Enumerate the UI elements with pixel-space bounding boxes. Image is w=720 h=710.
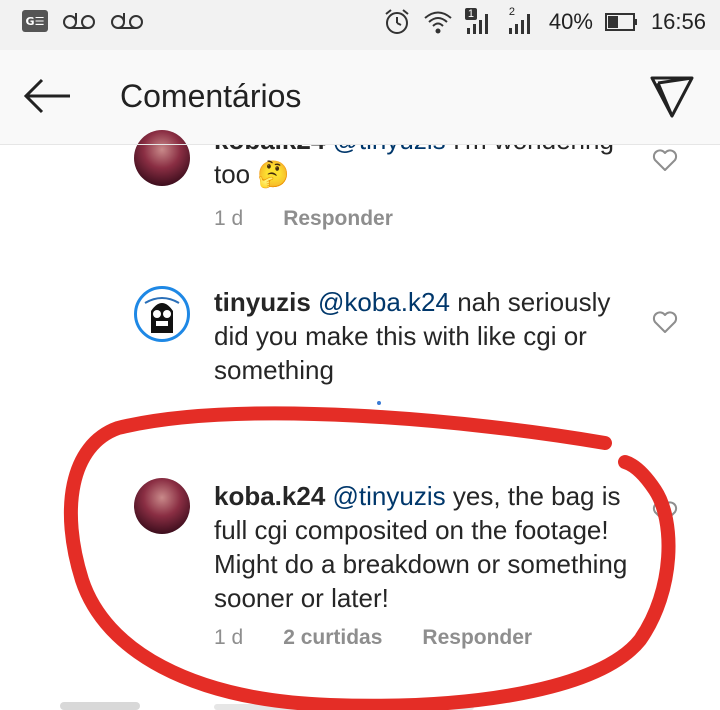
comment-mention[interactable]: @tinyuzis: [333, 481, 446, 511]
voicemail-icon: [63, 13, 95, 29]
comment-time: 1 d: [214, 626, 244, 649]
comment-mention[interactable]: @koba.k24: [318, 287, 450, 317]
like-heart-icon[interactable]: [652, 148, 678, 172]
comment-mention[interactable]: @tinyuzis: [333, 145, 446, 155]
comment-text: koba.k24 @tinyuzis yes, the bag is full …: [214, 479, 634, 615]
comment-meta: 1 d Responder: [214, 207, 393, 231]
send-icon[interactable]: [648, 72, 696, 120]
loading-dot: [377, 401, 381, 405]
battery-icon: [604, 13, 637, 31]
page-title: Comentários: [120, 78, 302, 114]
thinking-emoji: 🤔: [257, 159, 290, 189]
avatar[interactable]: [134, 286, 190, 342]
status-bar: G☰ 1 2 40% 16:56: [0, 0, 720, 50]
avatar[interactable]: [134, 478, 190, 534]
next-comment-peek: [214, 704, 474, 710]
reply-button[interactable]: Responder: [422, 626, 532, 650]
app-notification-icon: G☰: [22, 10, 48, 32]
alarm-icon: [385, 9, 409, 34]
comment-meta: 1 d 2 curtidas Responder: [214, 626, 532, 650]
avatar-drawing: [144, 297, 180, 333]
comment-username[interactable]: koba.k24: [214, 145, 325, 155]
sim2-label: 2: [508, 6, 516, 18]
comment-time: 1 d: [214, 207, 244, 230]
like-count[interactable]: 2 curtidas: [283, 626, 382, 650]
back-arrow-icon[interactable]: [22, 76, 74, 116]
reply-button[interactable]: Responder: [283, 207, 393, 231]
sim1-label: 1: [464, 8, 478, 20]
like-heart-icon[interactable]: [652, 310, 678, 334]
like-heart-icon[interactable]: [652, 500, 678, 524]
clock: 16:56: [650, 9, 706, 34]
voicemail-icon: [111, 13, 143, 29]
battery-percent: 40%: [548, 9, 593, 34]
app-header: Comentários: [0, 50, 720, 145]
comment-text: koba.k24 @tinyuzis I'm wondering too 🤔: [214, 145, 634, 191]
next-comment-peek: [60, 702, 140, 710]
comment-username[interactable]: tinyuzis: [214, 287, 311, 317]
comment-username[interactable]: koba.k24: [214, 481, 325, 511]
wifi-icon: [424, 11, 452, 34]
comment-text: tinyuzis @koba.k24 nah seriously did you…: [214, 285, 634, 387]
